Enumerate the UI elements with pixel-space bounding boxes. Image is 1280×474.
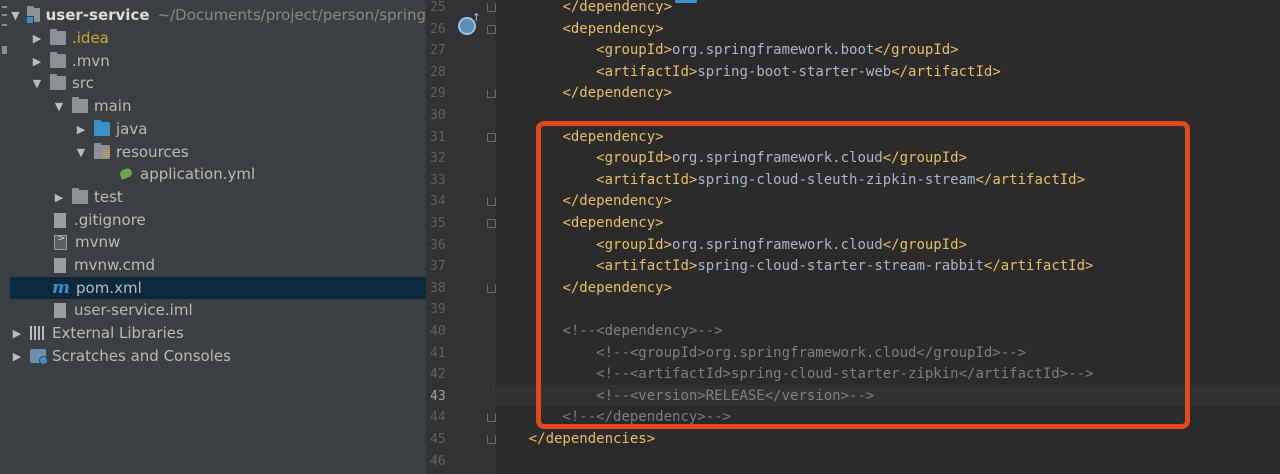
xml-tag: </groupId>: [874, 42, 959, 59]
line-number: 31: [0, 127, 450, 148]
line-number-text: 31: [430, 129, 446, 145]
line-number-text: 30: [430, 108, 446, 123]
xml-text: org.springframework.boot: [672, 42, 875, 59]
line-number: 37: [0, 256, 450, 277]
xml-text: spring-boot-starter-web: [697, 63, 892, 80]
code-line[interactable]: <artifactId>spring-boot-starter-web</art…: [495, 62, 1280, 83]
line-number: 33: [0, 170, 450, 191]
line-number: 38: [0, 278, 450, 299]
code-line[interactable]: </dependencies>: [495, 429, 1280, 450]
xml-tag: </dependency>: [562, 85, 673, 102]
line-number-text: 46: [430, 453, 446, 469]
line-number-text: 33: [430, 172, 446, 188]
line-number-text: 26: [430, 21, 446, 37]
line-number-text: 28: [430, 64, 446, 80]
line-number-text: 35: [430, 216, 446, 231]
line-number: 30: [0, 105, 450, 126]
line-number: 28: [0, 62, 450, 83]
code-line[interactable]: </dependency>: [495, 83, 1280, 104]
line-number: 35: [0, 213, 450, 234]
line-number: 40: [0, 321, 450, 342]
xml-tag: <artifactId>: [596, 63, 698, 80]
line-number-text: 42: [430, 367, 446, 383]
xml-tag: <groupId>: [596, 42, 673, 59]
line-number: 43: [0, 386, 450, 407]
line-number-text: 40: [430, 324, 446, 339]
line-number-text: 39: [430, 302, 446, 318]
code-line[interactable]: <dependency>: [495, 19, 1280, 40]
line-number: 29: [0, 83, 450, 104]
override-gutter-icon[interactable]: [458, 11, 481, 35]
code-line[interactable]: </dependency>: [495, 0, 1280, 18]
line-number: 27: [0, 40, 450, 61]
line-number: 39: [0, 299, 450, 320]
line-number: 46: [0, 451, 450, 472]
line-number: 32: [0, 148, 450, 169]
line-number-text: 34: [430, 194, 446, 210]
line-number-text: 44: [430, 410, 446, 426]
xml-tag: <dependency>: [562, 20, 664, 37]
line-number: 36: [0, 235, 450, 256]
line-number: 26: [0, 19, 450, 40]
line-number-text: 38: [430, 280, 446, 296]
line-number-text: 37: [430, 259, 446, 275]
line-number: 42: [0, 364, 450, 385]
code-line[interactable]: <groupId>org.springframework.boot</group…: [495, 40, 1280, 61]
xml-tag: </dependency>: [562, 0, 673, 15]
line-number: 41: [0, 343, 450, 364]
line-number-text: 27: [430, 43, 446, 59]
xml-tag: </dependencies>: [528, 431, 656, 447]
line-number-text: 32: [430, 151, 446, 167]
line-number-text: 25: [430, 0, 446, 15]
xml-tag: </artifactId>: [891, 63, 1001, 80]
line-number: 34: [0, 191, 450, 212]
line-number-text: 29: [430, 86, 446, 102]
line-number-text: 45: [430, 432, 446, 447]
annotation-highlight-box: [536, 121, 1190, 429]
line-number: 44: [0, 407, 450, 428]
line-number-text: 36: [430, 237, 446, 253]
code-line[interactable]: [495, 451, 1280, 472]
line-number-text: 41: [430, 345, 446, 361]
line-number-text: 43: [430, 388, 446, 404]
line-number: 45: [0, 429, 450, 450]
line-number: 25: [0, 0, 450, 18]
